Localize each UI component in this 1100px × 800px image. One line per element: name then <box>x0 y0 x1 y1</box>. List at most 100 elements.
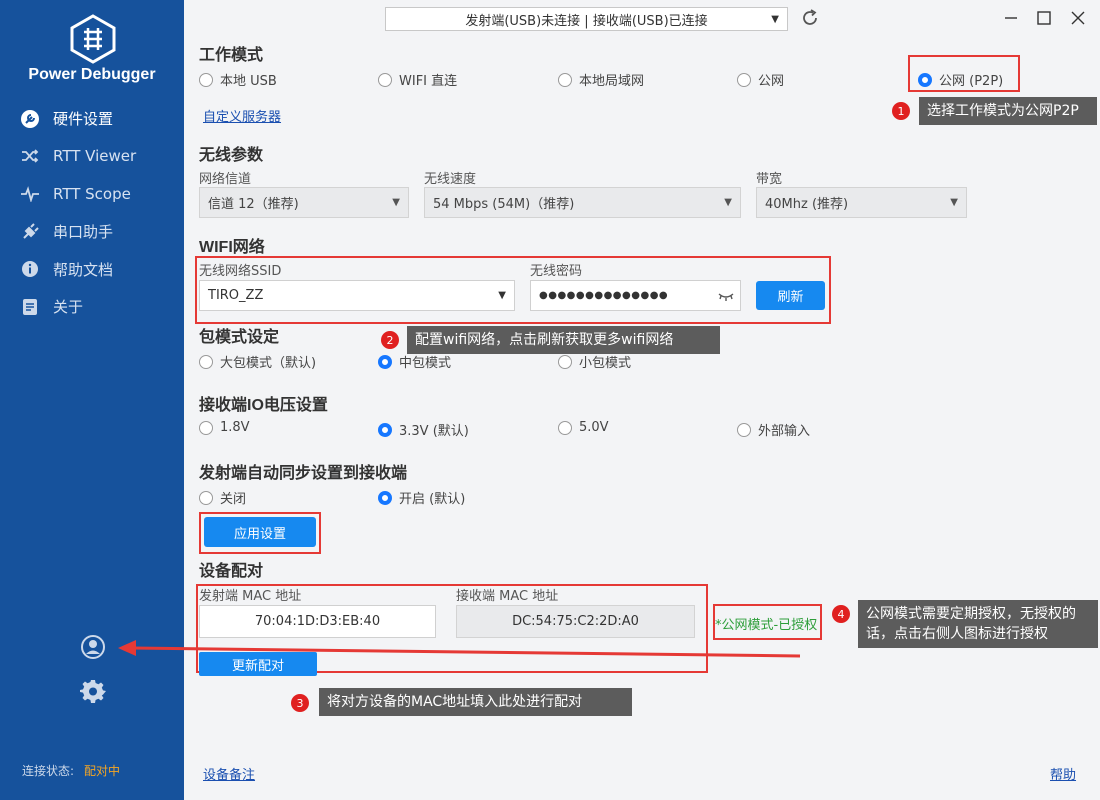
channel-select[interactable]: 信道 12（推荐) ▼ <box>199 187 409 218</box>
callout-4: 公网模式需要定期授权，无授权的话，点击右侧人图标进行授权 <box>858 600 1098 648</box>
radio-label: 中包模式 <box>399 356 452 371</box>
speed-label: 无线速度 <box>424 172 477 187</box>
radio-label: 大包模式（默认) <box>220 356 317 371</box>
callout-number-1: 1 <box>892 102 910 120</box>
section-title-sync: 发射端自动同步设置到接收端 <box>199 465 408 482</box>
chevron-down-icon: ▼ <box>498 290 506 301</box>
tx-mac-label: 发射端 MAC 地址 <box>199 589 302 604</box>
eye-closed-icon[interactable] <box>718 290 734 302</box>
nav-item-serial[interactable]: 串口助手 <box>0 213 184 251</box>
section-title-pairing: 设备配对 <box>199 563 264 580</box>
ssid-value: TIRO_ZZ <box>208 288 264 303</box>
radio-dot <box>378 354 392 369</box>
maximize-icon[interactable] <box>1034 8 1054 28</box>
nav-item-label: RTT Scope <box>53 184 131 203</box>
user-icon[interactable] <box>80 634 106 660</box>
connection-status-label: 连接状态: <box>22 764 75 778</box>
update-pairing-button[interactable]: 更新配对 <box>199 652 317 676</box>
radio-packet-medium[interactable]: 中包模式 <box>378 352 451 371</box>
wifi-refresh-button[interactable]: 刷新 <box>756 281 825 310</box>
password-label: 无线密码 <box>530 264 583 279</box>
radio-mode-lan[interactable]: 本地局域网 <box>558 70 644 89</box>
nav-item-label: 硬件设置 <box>53 110 114 129</box>
radio-dot <box>737 72 751 87</box>
gear-icon[interactable] <box>80 678 106 704</box>
radio-mode-public[interactable]: 公网 <box>737 70 784 89</box>
info-icon <box>20 259 40 279</box>
minimize-icon[interactable] <box>1001 8 1021 28</box>
radio-dot <box>378 422 392 437</box>
nav-item-label: 关于 <box>53 298 84 317</box>
radio-dot <box>558 72 572 87</box>
radio-packet-large[interactable]: 大包模式（默认) <box>199 352 316 371</box>
ssid-label: 无线网络SSID <box>199 264 282 279</box>
section-title-work-mode: 工作模式 <box>199 47 264 64</box>
sidebar: Power Debugger 硬件设置 RTT Viewer RTT Scope… <box>0 0 184 800</box>
document-icon <box>20 297 40 317</box>
chevron-down-icon: ▼ <box>724 197 732 208</box>
radio-label: 1.8V <box>220 420 250 435</box>
annotation-box-1 <box>908 55 1020 92</box>
radio-label: WIFI 直连 <box>399 74 458 89</box>
section-title-packet-mode: 包模式设定 <box>199 329 280 346</box>
device-status-select[interactable]: 发射端(USB)未连接 | 接收端(USB)已连接 ▼ <box>385 7 788 31</box>
speed-select[interactable]: 54 Mbps (54M)（推荐) ▼ <box>424 187 741 218</box>
bandwidth-select[interactable]: 40Mhz (推荐) ▼ <box>756 187 967 218</box>
nav-item-hardware[interactable]: 硬件设置 <box>0 100 184 138</box>
nav-item-label: 串口助手 <box>53 223 114 242</box>
radio-label: 关闭 <box>220 492 247 507</box>
radio-dot <box>199 354 213 369</box>
nav-item-label: 帮助文档 <box>53 260 114 279</box>
radio-dot <box>558 420 572 435</box>
shuffle-icon <box>20 146 40 166</box>
rx-mac-field: DC:54:75:C2:2D:A0 <box>456 605 695 638</box>
connection-status: 连接状态: 配对中 <box>22 762 120 779</box>
app-logo-icon <box>70 14 116 64</box>
radio-packet-small[interactable]: 小包模式 <box>558 352 631 371</box>
radio-voltage-3v3[interactable]: 3.3V (默认) <box>378 420 469 439</box>
close-icon[interactable] <box>1068 8 1088 28</box>
radio-voltage-external[interactable]: 外部输入 <box>737 420 810 439</box>
callout-number-3: 3 <box>291 694 309 712</box>
radio-sync-off[interactable]: 关闭 <box>199 488 246 507</box>
chevron-down-icon: ▼ <box>771 14 779 25</box>
channel-value: 信道 12（推荐) <box>208 197 299 212</box>
radio-label: 5.0V <box>579 420 609 435</box>
nav-item-help-docs[interactable]: 帮助文档 <box>0 250 184 288</box>
radio-dot <box>199 72 213 87</box>
ssid-select[interactable]: TIRO_ZZ ▼ <box>199 280 515 311</box>
radio-mode-local-usb[interactable]: 本地 USB <box>199 70 277 89</box>
radio-label: 外部输入 <box>758 424 811 439</box>
nav-item-about[interactable]: 关于 <box>0 288 184 326</box>
password-field[interactable]: ●●●●●●●●●●●●●● <box>530 280 741 311</box>
chevron-down-icon: ▼ <box>392 197 400 208</box>
apply-settings-button[interactable]: 应用设置 <box>204 517 316 547</box>
title-bar: 发射端(USB)未连接 | 接收端(USB)已连接 ▼ <box>184 0 1100 36</box>
radio-voltage-1v8[interactable]: 1.8V <box>199 420 250 435</box>
radio-voltage-5v[interactable]: 5.0V <box>558 420 609 435</box>
radio-label: 3.3V (默认) <box>399 424 469 439</box>
hardware-wrench-icon <box>20 109 40 129</box>
auth-status: *公网模式-已授权 <box>715 618 818 633</box>
device-note-link[interactable]: 设备备注 <box>203 764 255 783</box>
refresh-icon[interactable] <box>800 8 820 28</box>
bandwidth-value: 40Mhz (推荐) <box>765 197 849 212</box>
nav-item-rtt-scope[interactable]: RTT Scope <box>0 175 184 213</box>
radio-dot <box>737 422 751 437</box>
help-link[interactable]: 帮助 <box>1050 764 1076 783</box>
tx-mac-input[interactable]: 70:04:1D:D3:EB:40 <box>199 605 436 638</box>
custom-server-link[interactable]: 自定义服务器 <box>203 106 281 125</box>
device-status-text: 发射端(USB)未连接 | 接收端(USB)已连接 <box>465 13 708 29</box>
radio-dot <box>199 420 213 435</box>
password-value: ●●●●●●●●●●●●●● <box>539 290 669 301</box>
chevron-down-icon: ▼ <box>950 197 958 208</box>
radio-label: 本地局域网 <box>579 74 645 89</box>
section-title-io-voltage: 接收端IO电压设置 <box>199 397 328 414</box>
app-name: Power Debugger <box>28 66 156 83</box>
connection-status-value: 配对中 <box>84 764 121 778</box>
nav-item-rtt-viewer[interactable]: RTT Viewer <box>0 138 184 176</box>
rx-mac-label: 接收端 MAC 地址 <box>456 589 559 604</box>
radio-sync-on[interactable]: 开启 (默认) <box>378 488 465 507</box>
radio-mode-wifi-direct[interactable]: WIFI 直连 <box>378 70 457 89</box>
section-title-wifi: WIFI网络 <box>199 239 265 256</box>
